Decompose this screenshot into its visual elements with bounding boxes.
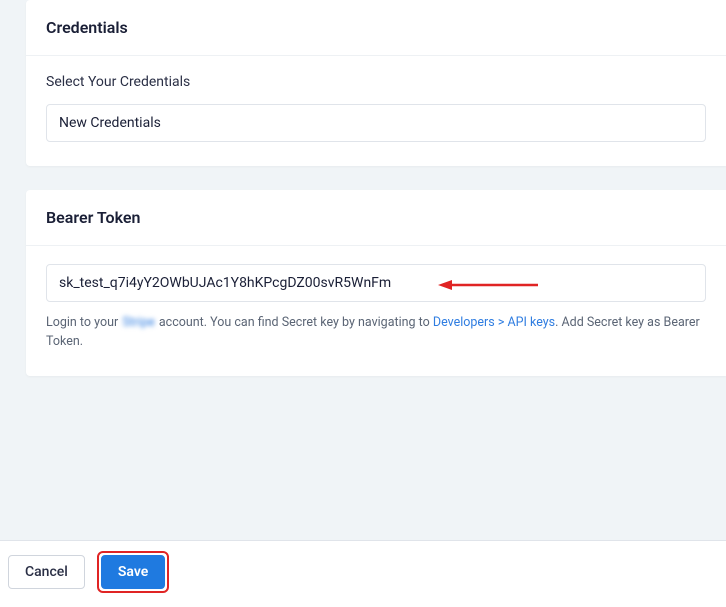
credentials-select-label: Select Your Credentials <box>46 74 706 90</box>
credentials-title: Credentials <box>46 18 706 37</box>
help-prefix: Login to your <box>46 315 121 330</box>
bearer-title: Bearer Token <box>46 208 706 227</box>
bearer-card: Bearer Token Login to your Stripe accoun… <box>26 190 726 376</box>
bearer-token-input[interactable] <box>46 264 706 302</box>
save-highlight-box: Save <box>97 551 169 593</box>
bearer-body: Login to your Stripe account. You can fi… <box>26 246 726 376</box>
credentials-selected-value: New Credentials <box>59 115 161 131</box>
credentials-select[interactable]: New Credentials <box>46 104 706 142</box>
cancel-button[interactable]: Cancel <box>8 555 85 589</box>
token-wrapper <box>46 264 706 302</box>
credentials-card: Credentials Select Your Credentials New … <box>26 0 726 166</box>
credentials-body: Select Your Credentials New Credentials <box>26 56 726 166</box>
credentials-header: Credentials <box>26 0 726 56</box>
bearer-header: Bearer Token <box>26 190 726 246</box>
save-button[interactable]: Save <box>101 555 165 589</box>
bearer-help-text: Login to your Stripe account. You can fi… <box>46 314 706 352</box>
help-mid: account. You can find Secret key by navi… <box>156 315 433 330</box>
developers-api-keys-link[interactable]: Developers > API keys <box>433 315 555 330</box>
footer-bar: Cancel Save <box>0 540 726 607</box>
help-blurred-word: Stripe <box>121 315 155 330</box>
